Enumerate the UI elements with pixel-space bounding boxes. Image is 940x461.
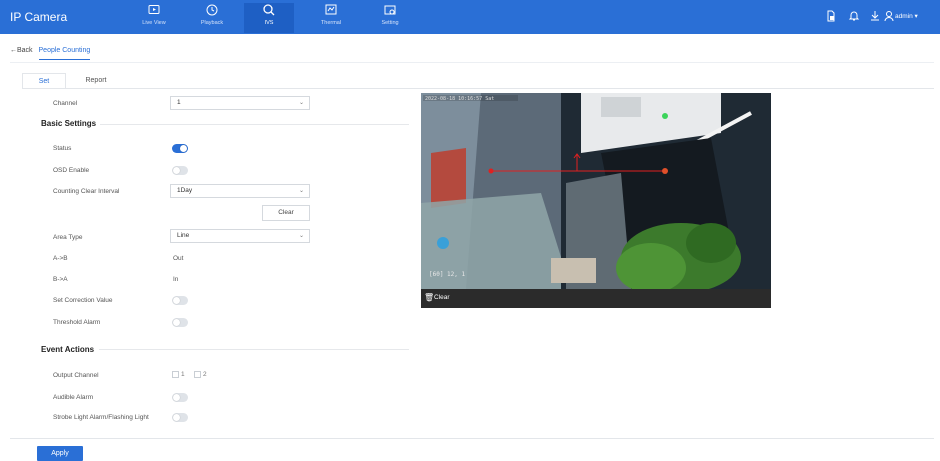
nav-setting[interactable]: Setting (365, 3, 415, 33)
nav-ivs[interactable]: IVS (244, 3, 294, 33)
live-view-icon (148, 5, 160, 14)
channel-select[interactable]: 1 ⌄ (170, 96, 310, 110)
set-correction-value-label: Set Correction Value (53, 297, 113, 304)
toggle-knob (180, 145, 187, 152)
nav-setting-label: Setting (381, 20, 399, 26)
chevron-down-icon: ⌄ (298, 188, 304, 194)
nav-playback[interactable]: Playback (187, 3, 237, 33)
download-icon[interactable] (869, 10, 881, 22)
counting-clear-interval-label: Counting Clear Interval (53, 188, 120, 195)
back-link[interactable]: ←Back (10, 47, 33, 54)
nav-thermal-label: Thermal (320, 20, 342, 26)
strobe-light-alarm-label: Strobe Light Alarm/Flashing Light (53, 414, 149, 421)
audible-alarm-label: Audible Alarm (53, 394, 94, 401)
nav-live-view[interactable]: Live View (129, 3, 179, 33)
b-to-a-value: In (173, 276, 179, 283)
chevron-down-icon: ⌄ (298, 233, 304, 239)
status-toggle[interactable] (172, 144, 188, 153)
event-actions-divider (99, 349, 409, 350)
clear-drawing-button[interactable]: Clear (434, 294, 450, 301)
basic-settings-heading: Basic Settings (41, 119, 97, 128)
top-bar: IP Camera Live View Playback IVS Thermal… (0, 0, 940, 34)
thermal-icon (325, 4, 337, 15)
audible-alarm-toggle[interactable] (172, 393, 188, 402)
playback-icon (206, 4, 218, 16)
app-title: IP Camera (10, 10, 68, 24)
footer-divider (10, 438, 934, 439)
area-type-label: Area Type (53, 234, 83, 241)
toggle-knob (173, 167, 180, 174)
strobe-light-alarm-toggle[interactable] (172, 413, 188, 422)
b-to-a-label: B->A (53, 276, 68, 283)
chevron-down-icon: ⌄ (298, 100, 304, 106)
tab-report[interactable]: Report (74, 73, 118, 89)
video-preview[interactable]: 2022-08-18 10:16:57 Sat [60] 12, 1 (421, 93, 771, 289)
output-channel-1-checkbox[interactable] (172, 371, 179, 378)
toggle-knob (173, 319, 180, 326)
apply-button[interactable]: Apply (37, 446, 83, 461)
clear-button[interactable]: Clear (262, 205, 310, 221)
nav-ivs-label: IVS (264, 20, 274, 26)
output-channel-2-label: 2 (203, 371, 207, 378)
osd-enable-toggle[interactable] (172, 166, 188, 175)
status-label: Status (53, 145, 72, 152)
user-menu[interactable]: admin ▾ (895, 12, 918, 20)
people-counter-osd: [60] 12, 1 (429, 271, 466, 278)
breadcrumb-divider (10, 62, 934, 63)
nav-playback-label: Playback (200, 20, 224, 26)
osd-enable-label: OSD Enable (53, 167, 90, 174)
event-actions-heading: Event Actions (41, 345, 95, 354)
tabs-divider (22, 88, 934, 89)
basic-settings-divider (100, 124, 409, 125)
toggle-knob (173, 394, 180, 401)
toggle-knob (173, 297, 180, 304)
set-correction-value-toggle[interactable] (172, 296, 188, 305)
breadcrumb: ←Back People Counting (10, 47, 91, 60)
threshold-alarm-label: Threshold Alarm (53, 319, 101, 326)
output-channel-2-checkbox[interactable] (194, 371, 201, 378)
output-channel-label: Output Channel (53, 372, 99, 379)
threshold-alarm-toggle[interactable] (172, 318, 188, 327)
svg-text:2022-08-18 10:16:57 Sat: 2022-08-18 10:16:57 Sat (425, 96, 494, 102)
ivs-icon (263, 4, 275, 16)
user-icon[interactable] (884, 10, 894, 22)
output-channel-1-label: 1 (181, 371, 185, 378)
a-to-b-label: A->B (53, 255, 68, 262)
nav-thermal[interactable]: Thermal (306, 3, 356, 33)
area-type-select[interactable]: Line ⌄ (170, 229, 310, 243)
bell-icon[interactable] (848, 10, 860, 22)
counting-clear-interval-select[interactable]: 1Day ⌄ (170, 184, 310, 198)
tab-set[interactable]: Set (22, 73, 66, 89)
area-type-value: Line (177, 232, 190, 239)
toggle-knob (173, 414, 180, 421)
download-file-icon[interactable] (825, 10, 837, 22)
a-to-b-value: Out (173, 255, 184, 262)
channel-value: 1 (177, 99, 181, 106)
counting-clear-interval-value: 1Day (177, 187, 193, 194)
page-title: People Counting (38, 47, 91, 60)
video-toolbar: 🗑 Clear (421, 289, 771, 308)
video-frame: 2022-08-18 10:16:57 Sat (421, 93, 771, 289)
setting-icon (384, 5, 396, 15)
channel-label: Channel (53, 100, 78, 107)
trash-icon[interactable]: 🗑 (424, 293, 434, 302)
nav-live-view-label: Live View (142, 20, 166, 26)
